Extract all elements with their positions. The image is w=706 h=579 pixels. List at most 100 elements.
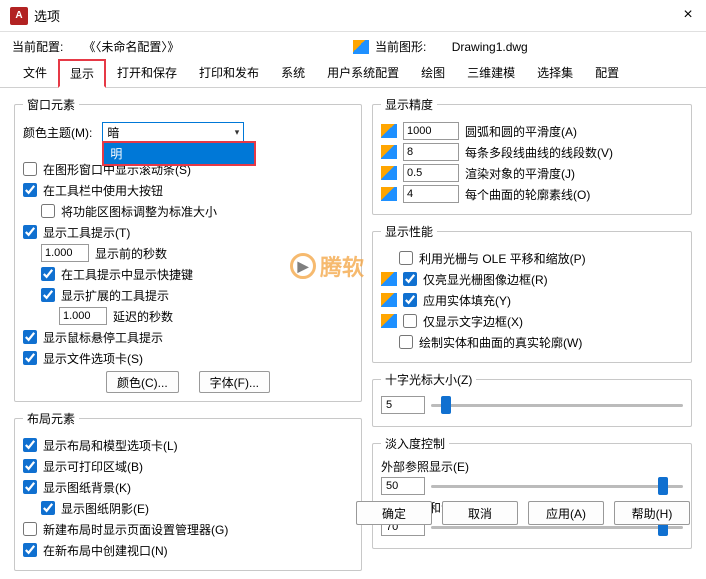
render-smooth-input[interactable]: [403, 164, 459, 182]
current-profile-label: 当前配置:: [12, 40, 63, 54]
dialog-buttons: 确定 取消 应用(A) 帮助(H): [356, 501, 690, 525]
raster-frame-label: 仅亮显光栅图像边框(R): [423, 271, 548, 288]
window-elements-legend: 窗口元素: [23, 96, 79, 113]
big-buttons-label: 在工具栏中使用大按钮: [43, 182, 163, 199]
big-buttons-checkbox[interactable]: [23, 183, 37, 197]
new-layout-pg-checkbox[interactable]: [23, 522, 37, 536]
drawing-icon: [381, 145, 397, 159]
layout-tabs-checkbox[interactable]: [23, 438, 37, 452]
display-performance-group: 显示性能 利用光栅与 OLE 平移和缩放(P) 仅亮显光栅图像边框(R) 应用实…: [372, 223, 692, 363]
text-frame-checkbox[interactable]: [403, 314, 417, 328]
help-button[interactable]: 帮助(H): [614, 501, 690, 525]
arc-smooth-label: 圆弧和圆的平滑度(A): [465, 123, 577, 140]
text-frame-label: 仅显示文字边框(X): [423, 313, 523, 330]
drawing-icon: [381, 272, 397, 286]
tooltips-checkbox[interactable]: [23, 225, 37, 239]
display-performance-legend: 显示性能: [381, 223, 437, 240]
tab-0[interactable]: 文件: [12, 59, 58, 87]
color-theme-option-light[interactable]: 明: [104, 143, 254, 164]
fonts-button[interactable]: 字体(F)...: [199, 371, 270, 393]
fade-control-legend: 淡入度控制: [381, 435, 449, 452]
current-drawing-label: 当前图形:: [375, 38, 426, 55]
layout-tabs-label: 显示布局和模型选项卡(L): [43, 437, 178, 454]
layout-elements-group: 布局元素 显示布局和模型选项卡(L) 显示可打印区域(B) 显示图纸背景(K) …: [14, 410, 362, 571]
xref-fade-slider[interactable]: [431, 479, 683, 493]
ole-pan-checkbox[interactable]: [399, 251, 413, 265]
tab-2[interactable]: 打开和保存: [106, 59, 188, 87]
rollover-label: 显示鼠标悬停工具提示: [43, 329, 163, 346]
color-theme-select[interactable]: 暗 ▾: [102, 122, 244, 142]
drawing-icon: [381, 124, 397, 138]
crosshair-group: 十字光标大小(Z) 5: [372, 371, 692, 427]
current-drawing-value: Drawing1.dwg: [452, 40, 528, 54]
display-resolution-group: 显示精度 圆弧和圆的平滑度(A) 每条多段线曲线的线段数(V) 渲染对象的平滑度…: [372, 96, 692, 215]
tooltip-seconds-label: 显示前的秒数: [95, 245, 167, 262]
apply-button[interactable]: 应用(A): [528, 501, 604, 525]
layout-elements-legend: 布局元素: [23, 410, 79, 427]
solid-fill-label: 应用实体填充(Y): [423, 292, 511, 309]
tooltip-ext-checkbox[interactable]: [41, 288, 55, 302]
file-tabs-checkbox[interactable]: [23, 351, 37, 365]
color-theme-value: 暗: [107, 124, 119, 141]
create-vp-label: 在新布局中创建视口(N): [43, 542, 168, 559]
ribbon-std-label: 将功能区图标调整为标准大小: [61, 203, 217, 220]
paper-shadow-checkbox[interactable]: [41, 501, 55, 515]
crosshair-slider[interactable]: [431, 398, 683, 412]
create-vp-checkbox[interactable]: [23, 543, 37, 557]
profile-row: 当前配置: 《〈未命名配置〉》 当前图形: Drawing1.dwg: [0, 32, 706, 59]
tab-8[interactable]: 选择集: [526, 59, 584, 87]
color-theme-label: 颜色主题(M):: [23, 124, 92, 141]
tab-3[interactable]: 打印和发布: [188, 59, 270, 87]
color-theme-dropdown: 明: [102, 141, 256, 166]
tooltip-shortcut-checkbox[interactable]: [41, 267, 55, 281]
drawing-icon: [381, 166, 397, 180]
tab-9[interactable]: 配置: [584, 59, 630, 87]
segments-label: 每条多段线曲线的线段数(V): [465, 144, 613, 161]
printable-label: 显示可打印区域(B): [43, 458, 143, 475]
file-tabs-label: 显示文件选项卡(S): [43, 350, 143, 367]
solid-fill-checkbox[interactable]: [403, 293, 417, 307]
app-logo-icon: A: [10, 7, 28, 25]
tooltip-delay-input[interactable]: [59, 307, 107, 325]
tab-7[interactable]: 三维建模: [456, 59, 526, 87]
contour-input[interactable]: [403, 185, 459, 203]
silhouette-checkbox[interactable]: [399, 335, 413, 349]
arc-smooth-input[interactable]: [403, 122, 459, 140]
paper-shadow-label: 显示图纸阴影(E): [61, 500, 149, 517]
tab-6[interactable]: 绘图: [410, 59, 456, 87]
scrollbar-checkbox[interactable]: [23, 162, 37, 176]
ok-button[interactable]: 确定: [356, 501, 432, 525]
fade-control-group: 淡入度控制 外部参照显示(E) 50 在位编辑和注释性表达(I) 70: [372, 435, 692, 549]
ribbon-std-checkbox[interactable]: [41, 204, 55, 218]
drawing-icon: [381, 187, 397, 201]
tooltip-seconds-input[interactable]: [41, 244, 89, 262]
drawing-icon: [381, 314, 397, 328]
tabs: 文件显示打开和保存打印和发布系统用户系统配置绘图三维建模选择集配置: [0, 59, 706, 88]
render-smooth-label: 渲染对象的平滑度(J): [465, 165, 575, 182]
ole-pan-label: 利用光栅与 OLE 平移和缩放(P): [419, 250, 586, 267]
tab-1[interactable]: 显示: [58, 59, 106, 88]
paper-bg-checkbox[interactable]: [23, 480, 37, 494]
segments-input[interactable]: [403, 143, 459, 161]
current-profile-value: 《〈未命名配置〉》: [83, 40, 179, 54]
contour-label: 每个曲面的轮廓素线(O): [465, 186, 590, 203]
window-elements-group: 窗口元素 颜色主题(M): 暗 ▾ 明 在图形窗口中显示滚动条(S) 在工具栏中…: [14, 96, 362, 402]
xref-fade-label: 外部参照显示(E): [381, 458, 683, 475]
printable-checkbox[interactable]: [23, 459, 37, 473]
raster-frame-checkbox[interactable]: [403, 272, 417, 286]
close-icon[interactable]: ×: [680, 8, 696, 24]
tab-5[interactable]: 用户系统配置: [316, 59, 410, 87]
tab-4[interactable]: 系统: [270, 59, 316, 87]
tooltip-shortcut-label: 在工具提示中显示快捷键: [61, 266, 193, 283]
cancel-button[interactable]: 取消: [442, 501, 518, 525]
crosshair-legend: 十字光标大小(Z): [381, 371, 476, 388]
drawing-icon: [381, 293, 397, 307]
window-title: 选项: [34, 6, 60, 25]
xref-fade-value[interactable]: 50: [381, 477, 425, 495]
chevron-down-icon: ▾: [235, 127, 240, 138]
rollover-checkbox[interactable]: [23, 330, 37, 344]
crosshair-value[interactable]: 5: [381, 396, 425, 414]
colors-button[interactable]: 颜色(C)...: [106, 371, 179, 393]
titlebar: A 选项 ×: [0, 0, 706, 32]
tooltip-delay-label: 延迟的秒数: [113, 308, 173, 325]
